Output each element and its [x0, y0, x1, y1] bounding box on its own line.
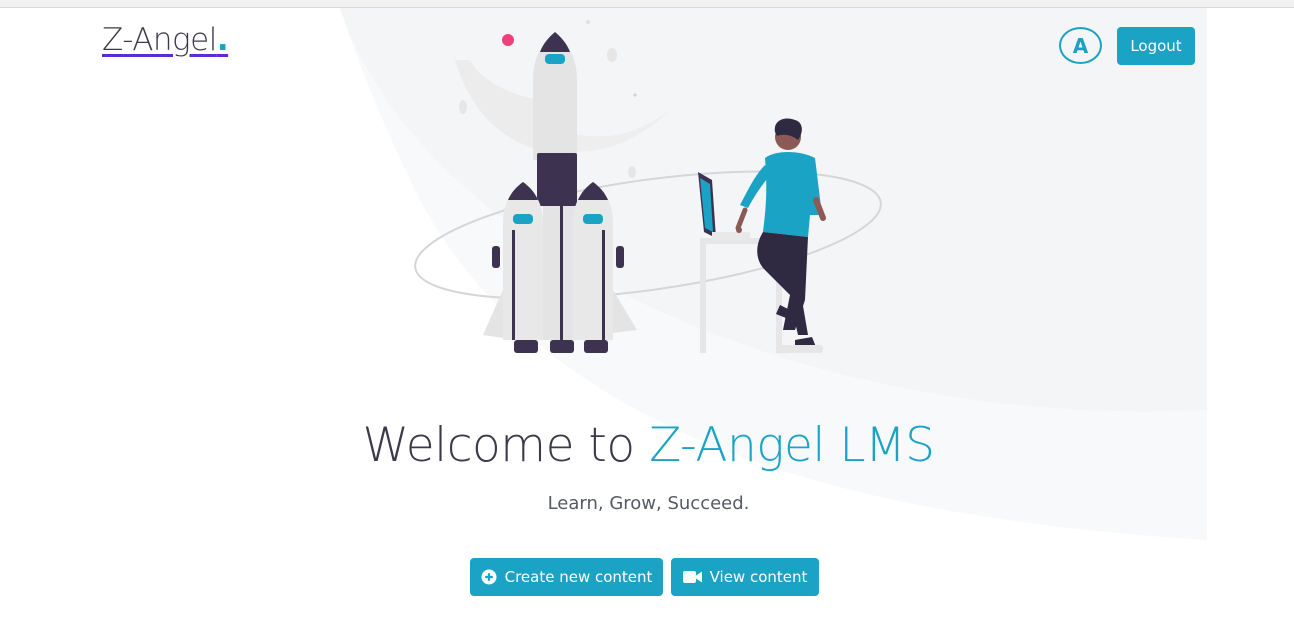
view-content-button[interactable]: View content	[671, 558, 819, 596]
avatar-initial: A	[1072, 33, 1089, 58]
welcome-prefix: Welcome to	[362, 418, 650, 473]
brand-text: Z-Angel	[102, 22, 217, 58]
brand-logo[interactable]: Z-Angel.	[102, 22, 229, 58]
logout-label: Logout	[1130, 37, 1182, 55]
plus-circle-icon	[481, 569, 497, 585]
create-content-label: Create new content	[504, 568, 653, 586]
tagline: Learn, Grow, Succeed.	[547, 493, 750, 514]
welcome-heading: Welcome to Z-Angel LMS	[0, 418, 1294, 473]
video-camera-icon	[682, 570, 702, 584]
rocket-launch-illustration	[414, 20, 882, 353]
browser-top-edge	[0, 0, 1294, 8]
welcome-accent: Z-Angel LMS	[649, 418, 935, 473]
logout-button[interactable]: Logout	[1117, 27, 1195, 65]
user-avatar[interactable]: A	[1059, 27, 1102, 64]
view-content-label: View content	[709, 568, 808, 586]
create-content-button[interactable]: Create new content	[470, 558, 663, 596]
brand-dot: .	[216, 22, 229, 58]
